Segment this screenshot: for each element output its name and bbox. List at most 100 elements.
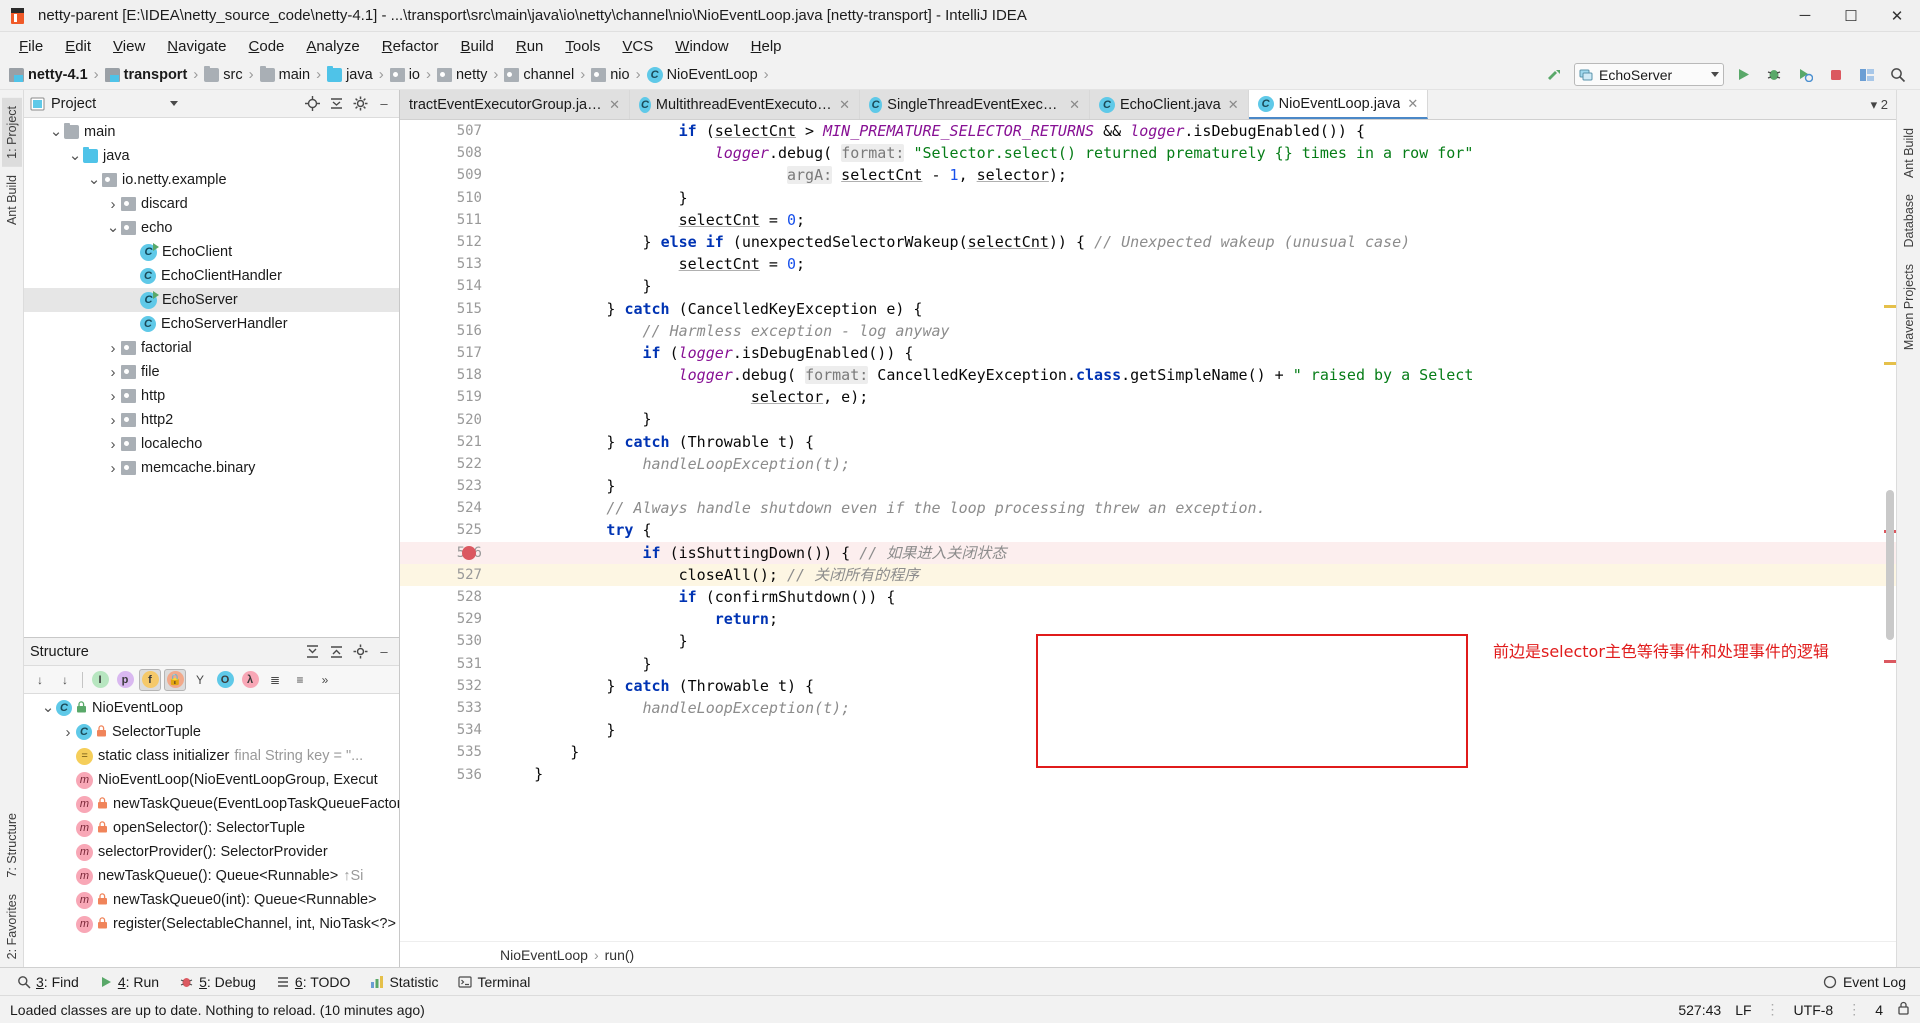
sort-by-visibility-icon[interactable]: ↓	[29, 669, 51, 691]
breadcrumb-item-channel[interactable]: channel	[503, 63, 575, 87]
breadcrumb-item-io[interactable]: io	[389, 63, 421, 87]
chevron-right-icon[interactable]: ›	[105, 436, 121, 453]
menu-item-vcs[interactable]: VCS	[611, 35, 664, 58]
code-area[interactable]: 507 508 509 510 511 512 513 514 515 516 517 518 519 5…	[400, 120, 1896, 941]
menu-item-edit[interactable]: Edit	[54, 35, 102, 58]
editor-tab-SingleThreadEventExecutor-java[interactable]: CSingleThreadEventExecutor.java ✕	[860, 90, 1090, 119]
tool-tab-mavenprojects[interactable]: Maven Projects	[1899, 256, 1919, 358]
close-icon[interactable]: ✕	[1407, 96, 1418, 112]
chevron-down-icon[interactable]: ⌄	[86, 172, 102, 188]
tree-item-io-netty-example[interactable]: ⌄ io.netty.example	[24, 168, 399, 192]
tree-item-EchoClientHandler[interactable]: C EchoClientHandler	[24, 264, 399, 288]
hide-panel-icon[interactable]: –	[375, 643, 393, 661]
breadcrumb-item-NioEventLoop[interactable]: C NioEventLoop	[646, 63, 759, 87]
close-icon[interactable]: ✕	[839, 97, 850, 113]
chevron-down-icon[interactable]: ⌄	[48, 124, 64, 140]
editor-tab-EchoClient-java[interactable]: C EchoClient.java ✕	[1090, 90, 1249, 119]
structure-item-NioEventLoop-NioEventLoopGroup[interactable]: m NioEventLoop(NioEventLoopGroup, Execut	[24, 768, 399, 792]
structure-item-SelectorTuple[interactable]: › C SelectorTuple	[24, 720, 399, 744]
chevron-right-icon[interactable]: ›	[105, 196, 121, 213]
close-icon[interactable]: ✕	[609, 97, 620, 113]
chevron-down-icon[interactable]: ⌄	[105, 220, 121, 236]
settings-icon[interactable]	[351, 643, 369, 661]
project-tree[interactable]: ⌄ main ⌄ java ⌄ io.netty.example › discard ⌄ echo…	[24, 118, 399, 637]
menu-item-navigate[interactable]: Navigate	[156, 35, 237, 58]
tree-item-factorial[interactable]: › factorial	[24, 336, 399, 360]
tree-item-EchoClient[interactable]: C EchoClient	[24, 240, 399, 264]
editor-breadcrumb-item-NioEventLoop[interactable]: NioEventLoop	[500, 947, 588, 963]
chevron-down-icon[interactable]	[170, 101, 178, 106]
tree-item-EchoServerHandler[interactable]: C EchoServerHandler	[24, 312, 399, 336]
show-interfaces-icon[interactable]: O	[214, 669, 236, 691]
editor-tab-tractEventExecutorGroup-java[interactable]: tractEventExecutorGroup.java ✕	[400, 90, 630, 119]
show-anonymous-icon[interactable]: Y	[189, 669, 211, 691]
tree-item-main[interactable]: ⌄ main	[24, 120, 399, 144]
chevron-right-icon[interactable]: ›	[105, 340, 121, 357]
chevron-down-icon[interactable]: ⌄	[67, 148, 83, 164]
tree-item-java[interactable]: ⌄ java	[24, 144, 399, 168]
breadcrumb-item-nio[interactable]: nio	[590, 63, 630, 87]
tree-item-localecho[interactable]: › localecho	[24, 432, 399, 456]
tree-item-discard[interactable]: › discard	[24, 192, 399, 216]
tool-tab-database[interactable]: Database	[1899, 186, 1919, 256]
breakpoint-icon[interactable]	[462, 545, 476, 560]
editor-tab-MultithreadEventExecutorGroup-java[interactable]: CMultithreadEventExecutorGroup.java ✕	[630, 90, 860, 119]
structure-item-static-class-initializer[interactable]: = static class initializer final String ke…	[24, 744, 399, 768]
minimize-button[interactable]: ─	[1782, 0, 1828, 32]
chevron-down-icon[interactable]: ⌄	[40, 700, 56, 716]
show-inherited-icon[interactable]: I	[89, 669, 111, 691]
chevron-right-icon[interactable]: ›	[105, 460, 121, 477]
breadcrumb-item-src[interactable]: src	[203, 63, 243, 87]
settings-icon[interactable]	[351, 95, 369, 113]
file-encoding[interactable]: UTF-8	[1794, 1002, 1834, 1018]
collapse-all-icon[interactable]	[327, 95, 345, 113]
chevron-right-icon[interactable]: ›	[105, 364, 121, 381]
menu-item-file[interactable]: File	[8, 35, 54, 58]
tool-tab-antbuild[interactable]: Ant Build	[2, 167, 22, 233]
menu-item-code[interactable]: Code	[238, 35, 296, 58]
tree-item-echo[interactable]: ⌄ echo	[24, 216, 399, 240]
menu-item-analyze[interactable]: Analyze	[295, 35, 370, 58]
tree-item-http2[interactable]: › http2	[24, 408, 399, 432]
hide-panel-icon[interactable]: –	[375, 95, 393, 113]
tree-item-file[interactable]: › file	[24, 360, 399, 384]
structure-item-newTaskQueue----Queue-Runnable[interactable]: m newTaskQueue(): Queue<Runnable> ↑Si	[24, 864, 399, 888]
editor-tabs-overflow[interactable]: ▾ 2	[1863, 90, 1896, 119]
structure-item-newTaskQueue-EventLoopTaskQueu[interactable]: m newTaskQueue(EventLoopTaskQueueFactor	[24, 792, 399, 816]
editor-vertical-scrollbar[interactable]	[1884, 120, 1896, 941]
breadcrumb-item-transport[interactable]: transport	[104, 63, 189, 87]
tool-tab-project[interactable]: 1: Project	[1, 98, 22, 167]
tool-window-run[interactable]: 4: Run	[90, 971, 168, 993]
breadcrumb-item-main[interactable]: main	[259, 63, 311, 87]
editor-breadcrumb[interactable]: NioEventLoop › run()	[400, 941, 1896, 967]
show-properties-icon[interactable]: p	[114, 669, 136, 691]
event-log-button[interactable]: Event Log	[1823, 974, 1912, 990]
run-icon[interactable]	[1731, 63, 1755, 87]
tool-window-find[interactable]: 3: Find	[8, 971, 88, 993]
tool-window-debug[interactable]: 5: Debug	[170, 971, 265, 993]
code-content[interactable]: if (selectCnt > MIN_PREMATURE_SELECTOR_R…	[492, 120, 1896, 941]
show-non-public-icon[interactable]: 🔒	[164, 668, 186, 691]
run-with-coverage-icon[interactable]	[1793, 63, 1817, 87]
menu-item-help[interactable]: Help	[740, 35, 793, 58]
structure-item-NioEventLoop[interactable]: ⌄ C NioEventLoop	[24, 696, 399, 720]
tool-window-terminal[interactable]: Terminal	[449, 971, 539, 993]
search-icon[interactable]	[1886, 63, 1910, 87]
breadcrumb-item-java[interactable]: java	[326, 63, 374, 87]
menu-item-view[interactable]: View	[102, 35, 156, 58]
editor-tab-NioEventLoop-java[interactable]: C NioEventLoop.java ✕	[1248, 90, 1429, 119]
line-separator[interactable]: LF	[1735, 1002, 1751, 1018]
menu-item-tools[interactable]: Tools	[554, 35, 611, 58]
close-button[interactable]: ✕	[1874, 0, 1920, 32]
collapse-all-icon[interactable]: ≡	[289, 669, 311, 691]
menu-item-build[interactable]: Build	[449, 35, 504, 58]
build-icon[interactable]	[1543, 63, 1567, 87]
stop-icon[interactable]	[1824, 63, 1848, 87]
structure-item-newTaskQueue0-int---Queue-Runn[interactable]: m newTaskQueue0(int): Queue<Runnable>	[24, 888, 399, 912]
expand-all-icon[interactable]: ≣	[264, 669, 286, 691]
close-icon[interactable]: ✕	[1069, 97, 1080, 113]
tree-item-memcache-binary[interactable]: › memcache.binary	[24, 456, 399, 480]
chevron-right-icon[interactable]: ›	[105, 388, 121, 405]
show-lambdas-icon[interactable]: λ	[239, 669, 261, 691]
locate-icon[interactable]	[303, 95, 321, 113]
